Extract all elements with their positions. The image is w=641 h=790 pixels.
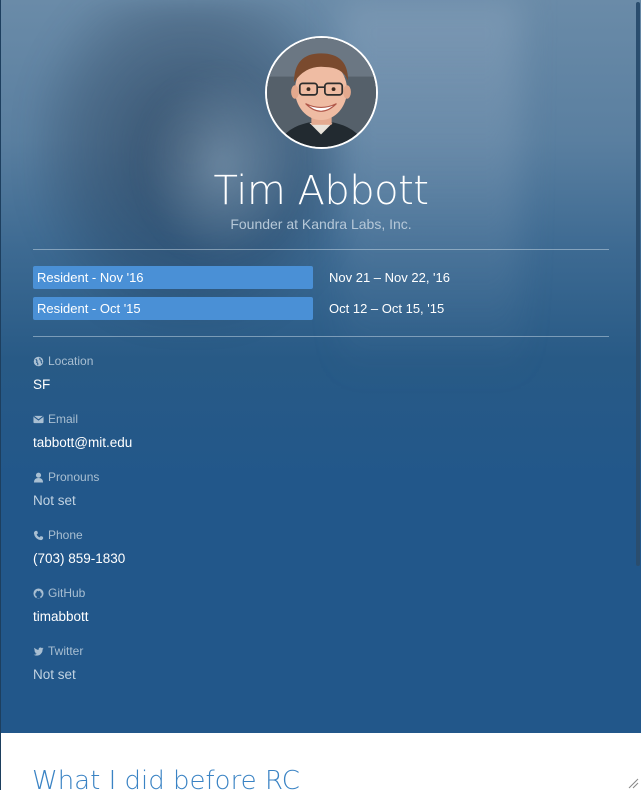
avatar [265,36,378,149]
profile-page: Tim Abbott Founder at Kandra Labs, Inc. … [0,0,641,790]
batch-dates: Nov 21 – Nov 22, '16 [329,270,450,285]
field-label: Location [48,354,94,368]
divider [33,249,609,250]
user-icon [33,472,44,483]
email-field: Email tabbott@mit.edu [33,411,593,450]
twitter-icon [33,646,44,657]
github-field: GitHub timabbott [33,585,593,624]
section-title: What I did before RC [32,766,300,790]
profile-header: Tim Abbott Founder at Kandra Labs, Inc. … [1,0,641,733]
github-icon [33,587,44,599]
field-value: Not set [33,667,76,682]
github-link[interactable]: timabbott [33,609,593,624]
twitter-field: Twitter Not set [33,643,593,682]
batch-row: Resident - Oct '15 Oct 12 – Oct 15, '15 [33,297,609,320]
divider [33,336,609,337]
phone-field: Phone (703) 859-1830 [33,527,593,566]
profile-name: Tim Abbott [213,168,429,214]
batch-dates: Oct 12 – Oct 15, '15 [329,301,445,316]
location-field: Location SF [33,353,593,392]
pronouns-field: Pronouns Not set [33,469,593,508]
batch-row: Resident - Nov '16 Nov 21 – Nov 22, '16 [33,266,609,289]
scrollbar[interactable] [636,2,640,566]
phone-link[interactable]: (703) 859-1830 [33,551,593,566]
envelope-icon [33,414,44,425]
globe-icon [33,356,44,367]
email-link[interactable]: tabbott@mit.edu [33,435,593,450]
resize-handle-icon[interactable] [627,776,639,789]
field-label: Pronouns [48,470,100,484]
left-border [0,0,1,790]
batch-tag[interactable]: Resident - Oct '15 [33,297,313,320]
field-label: Email [48,412,79,426]
field-value: Not set [33,493,76,508]
batch-tag[interactable]: Resident - Nov '16 [33,266,313,289]
field-label: Twitter [48,644,84,658]
field-label: Phone [48,528,83,542]
field-value: SF [33,377,51,392]
profile-title: Founder at Kandra Labs, Inc. [230,216,412,232]
field-label: GitHub [48,586,86,600]
phone-icon [33,530,44,541]
